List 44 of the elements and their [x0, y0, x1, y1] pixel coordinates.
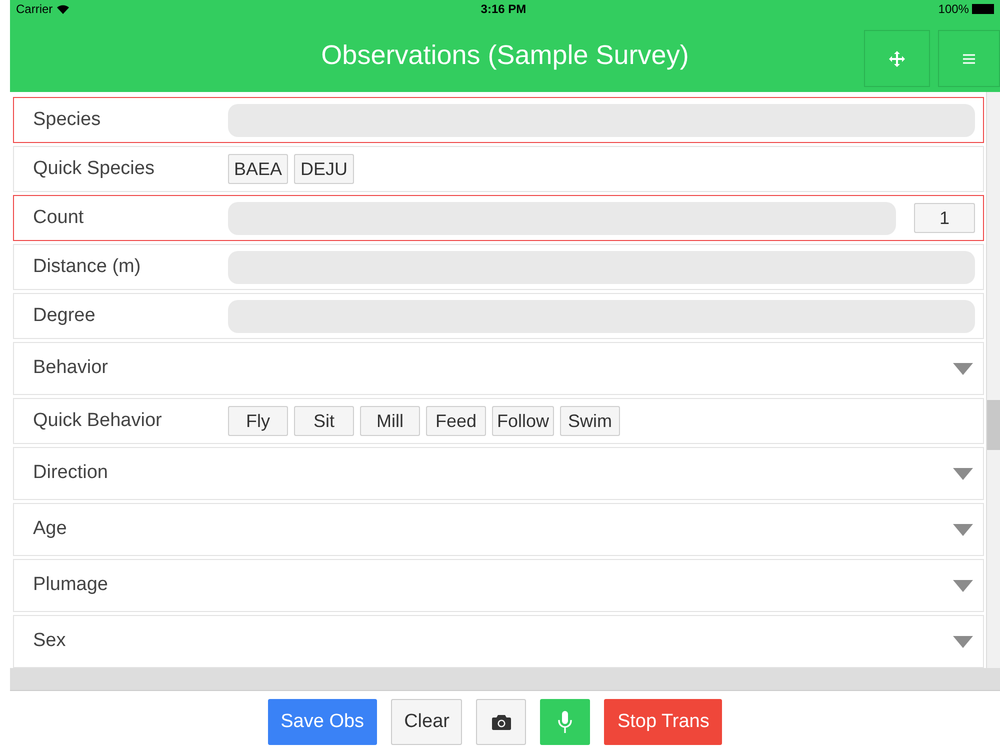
- microphone-button[interactable]: [540, 699, 590, 745]
- field-label: Age: [33, 517, 68, 542]
- quick-chip[interactable]: Follow: [492, 406, 554, 436]
- quick-chip[interactable]: Fly: [228, 406, 288, 436]
- field-label: Behavior: [33, 356, 109, 380]
- microphone-icon: [558, 711, 572, 733]
- field-label: Count: [33, 206, 85, 230]
- dropdown-arrow-icon[interactable]: [953, 524, 973, 536]
- scrollbar[interactable]: [986, 92, 1000, 668]
- battery-label: 100%: [938, 1, 969, 18]
- stop-button[interactable]: Stop Trans: [604, 699, 722, 745]
- clock: 3:16 PM: [480, 1, 526, 18]
- camera-button[interactable]: [476, 699, 526, 745]
- quick-chip[interactable]: Feed: [426, 406, 486, 436]
- move-icon: [889, 50, 905, 66]
- dropdown-arrow-icon[interactable]: [953, 636, 973, 648]
- field-label: Quick Species: [33, 156, 156, 181]
- count-box[interactable]: 1: [914, 203, 975, 233]
- menu-button[interactable]: [938, 30, 1000, 87]
- field-label: Distance (m): [33, 254, 142, 279]
- field-label: Species: [33, 108, 102, 132]
- field-label: Degree: [33, 304, 96, 328]
- battery-icon: [972, 4, 994, 14]
- field-label: Direction: [33, 461, 109, 486]
- field-label: Sex: [33, 629, 67, 654]
- field-label: Plumage: [33, 573, 109, 598]
- clear-button[interactable]: Clear: [391, 699, 462, 745]
- carrier-label: Carrier: [16, 1, 53, 18]
- dropdown-arrow-icon[interactable]: [953, 580, 973, 592]
- page-title: Observations (Sample Survey): [321, 38, 689, 72]
- quick-chip[interactable]: DEJU: [294, 154, 354, 184]
- camera-icon: [492, 714, 511, 730]
- menu-icon: [963, 54, 975, 64]
- save-button[interactable]: Save Obs: [268, 699, 378, 745]
- quick-chip[interactable]: Sit: [294, 406, 354, 436]
- quick-chip[interactable]: Mill: [360, 406, 420, 436]
- wifi-icon: [56, 4, 69, 14]
- quick-chip[interactable]: BAEA: [228, 154, 288, 184]
- scrollbar-thumb[interactable]: [987, 400, 1000, 450]
- dropdown-arrow-icon[interactable]: [953, 468, 973, 480]
- field-label: Quick Behavior: [33, 408, 163, 433]
- dropdown-arrow-icon[interactable]: [953, 362, 973, 374]
- quick-chip[interactable]: Swim: [560, 406, 620, 436]
- move-button[interactable]: [864, 30, 930, 87]
